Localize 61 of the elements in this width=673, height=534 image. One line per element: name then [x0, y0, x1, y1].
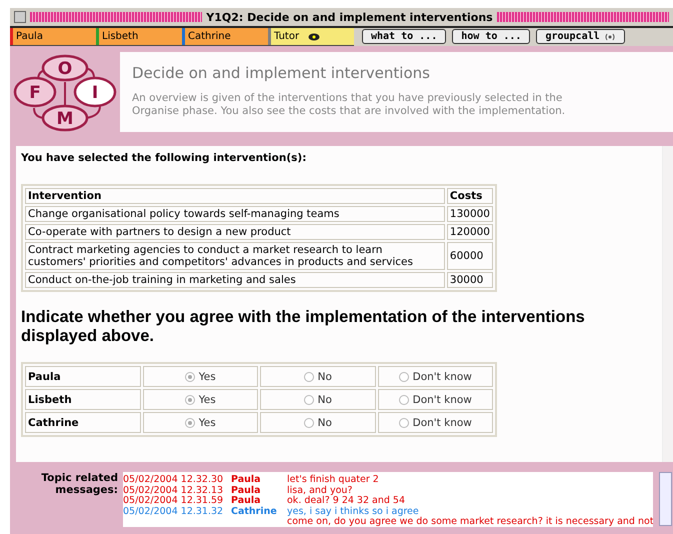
member-name: Cathrine [25, 412, 140, 433]
message-author: Cathrine [231, 506, 278, 517]
logo-drawing: O F I M [10, 50, 120, 136]
message-text: lisa, and you? [287, 486, 354, 496]
member-name: Lisbeth [25, 389, 140, 410]
participant-tab[interactable]: Lisbeth [96, 28, 182, 46]
column-header: Intervention [25, 188, 445, 204]
radio-button[interactable] [304, 418, 314, 428]
table-cell: Conduct on-the-job training in marketing and sales [25, 272, 445, 288]
option-label: Yes [198, 416, 216, 428]
message-time: 05/02/2004 12.31.32 [123, 506, 224, 517]
member-name: Paula [25, 366, 140, 387]
radio-button[interactable] [398, 372, 409, 382]
message-time: 05/02/2004 12.32.30 [123, 475, 224, 486]
option-label: No [318, 370, 332, 382]
participant-tab[interactable]: Paula [10, 28, 96, 46]
participant-tab[interactable]: Cathrine [182, 28, 268, 46]
page-title: Decide on and implement interventions [132, 64, 431, 82]
option-label: Don't know [412, 394, 472, 406]
option-label: No [318, 416, 332, 428]
option-label: Don't know [412, 416, 472, 428]
message-text: ok. deal? 9 24 32 and 54 [287, 496, 406, 506]
table-cell: 130000 [446, 206, 493, 222]
page-description: An overview is given of the interventions that you have previously selected in the Organise phase. You also see the costs that are involved with the implementation. [132, 92, 566, 118]
eye-icon [308, 32, 320, 40]
radio-button[interactable] [304, 394, 314, 404]
scrollbar[interactable] [659, 472, 672, 526]
message-time: 05/02/2004 12.31.59 [123, 496, 224, 506]
message-author: Paula [231, 496, 262, 506]
radio-button[interactable] [184, 394, 195, 404]
table-cell: Change organisational policy towards self-managing teams [25, 206, 445, 222]
table-cell: 120000 [446, 224, 493, 240]
broadcast-icon [604, 32, 616, 42]
help-button[interactable]: what to ... [362, 29, 446, 44]
table-cell: 30000 [446, 272, 493, 288]
window-title: Y1Q2: Decide on and implement interventions [206, 10, 493, 24]
option-label: Yes [198, 370, 216, 382]
radio-button[interactable] [398, 418, 409, 428]
message-author: Paula [231, 486, 262, 496]
option-label: Yes [198, 394, 216, 406]
help-button[interactable]: how to ... [452, 29, 530, 44]
radio-button[interactable] [398, 394, 409, 404]
table-cell: 60000 [446, 242, 493, 270]
option-label: Don't know [412, 370, 472, 382]
table-cell: Contract marketing agencies to conduct a market research to learn customers' priorities and competitors' advances in products and services [25, 242, 445, 270]
message-text: come on, do you agree we do some market research? it is necessary and not [287, 517, 653, 527]
intro-text: You have selected the following intervention(s): [21, 152, 308, 164]
message-time: 05/02/2004 12.32.13 [123, 486, 224, 496]
column-header: Costs [446, 188, 493, 204]
table-cell: Co-operate with partners to design a new product [25, 224, 445, 240]
groupcall-button[interactable]: groupcall [536, 29, 625, 44]
message-text: yes, i say i thinks so i agree [287, 506, 420, 516]
messages-label: Topic related messages: [40, 472, 119, 498]
question-text: Indicate whether you agree with the implementation of the interventions displayed above. [21, 308, 586, 346]
close-button[interactable] [14, 11, 26, 23]
message-author: Paula [231, 475, 262, 486]
option-label: No [318, 394, 332, 406]
radio-button[interactable] [184, 418, 195, 428]
radio-button[interactable] [304, 372, 314, 382]
radio-button[interactable] [184, 372, 195, 382]
message-text: let's finish quater 2 [287, 475, 380, 486]
